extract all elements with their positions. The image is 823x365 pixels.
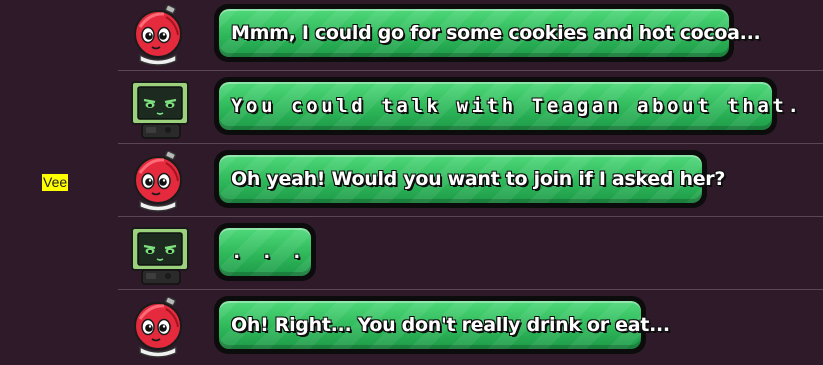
red-character-avatar xyxy=(130,5,192,67)
message-row: Oh! Right... You don't really drink or e… xyxy=(0,292,823,365)
dialogue-bubble: Oh! Right... You don't really drink or e… xyxy=(214,296,670,354)
red-character-avatar xyxy=(130,297,192,359)
dialogue-text: Mmm, I could go for some cookies and hot… xyxy=(231,22,761,44)
message-row: Mmm, I could go for some cookies and hot… xyxy=(0,0,823,73)
dialogue-bubble-inner: . . . xyxy=(219,228,311,276)
dialogue-bubble: . . . xyxy=(214,223,316,281)
message-row: Vee Oh yeah! Would you want to join if I… xyxy=(0,146,823,219)
dialogue-bubble-inner: Oh! Right... You don't really drink or e… xyxy=(219,301,670,349)
dialogue-bubble: Mmm, I could go for some cookies and hot… xyxy=(214,4,761,62)
dialogue-bubble-inner: You could talk with Teagan about that. xyxy=(219,82,799,130)
dialogue-bubble-inner: Oh yeah! Would you want to join if I ask… xyxy=(219,155,725,203)
dialogue-text: Oh! Right... You don't really drink or e… xyxy=(231,314,670,336)
dialogue-text: . . . xyxy=(231,241,307,263)
speaker-tag: Vee xyxy=(42,174,69,191)
row-divider xyxy=(118,143,823,144)
row-divider xyxy=(118,70,823,71)
dialogue-bubble: You could talk with Teagan about that. xyxy=(214,77,799,135)
dialogue-bubble: Oh yeah! Would you want to join if I ask… xyxy=(214,150,725,208)
dialogue-bubble-inner: Mmm, I could go for some cookies and hot… xyxy=(219,9,761,57)
red-character-avatar xyxy=(130,151,192,213)
row-divider xyxy=(118,289,823,290)
dialogue-text: Oh yeah! Would you want to join if I ask… xyxy=(231,168,726,190)
dialogue-text: You could talk with Teagan about that. xyxy=(231,95,803,117)
row-divider xyxy=(118,216,823,217)
message-row: . . . xyxy=(0,219,823,292)
monitor-character-avatar xyxy=(130,78,192,140)
message-row: You could talk with Teagan about that. xyxy=(0,73,823,146)
monitor-character-avatar xyxy=(130,224,192,286)
